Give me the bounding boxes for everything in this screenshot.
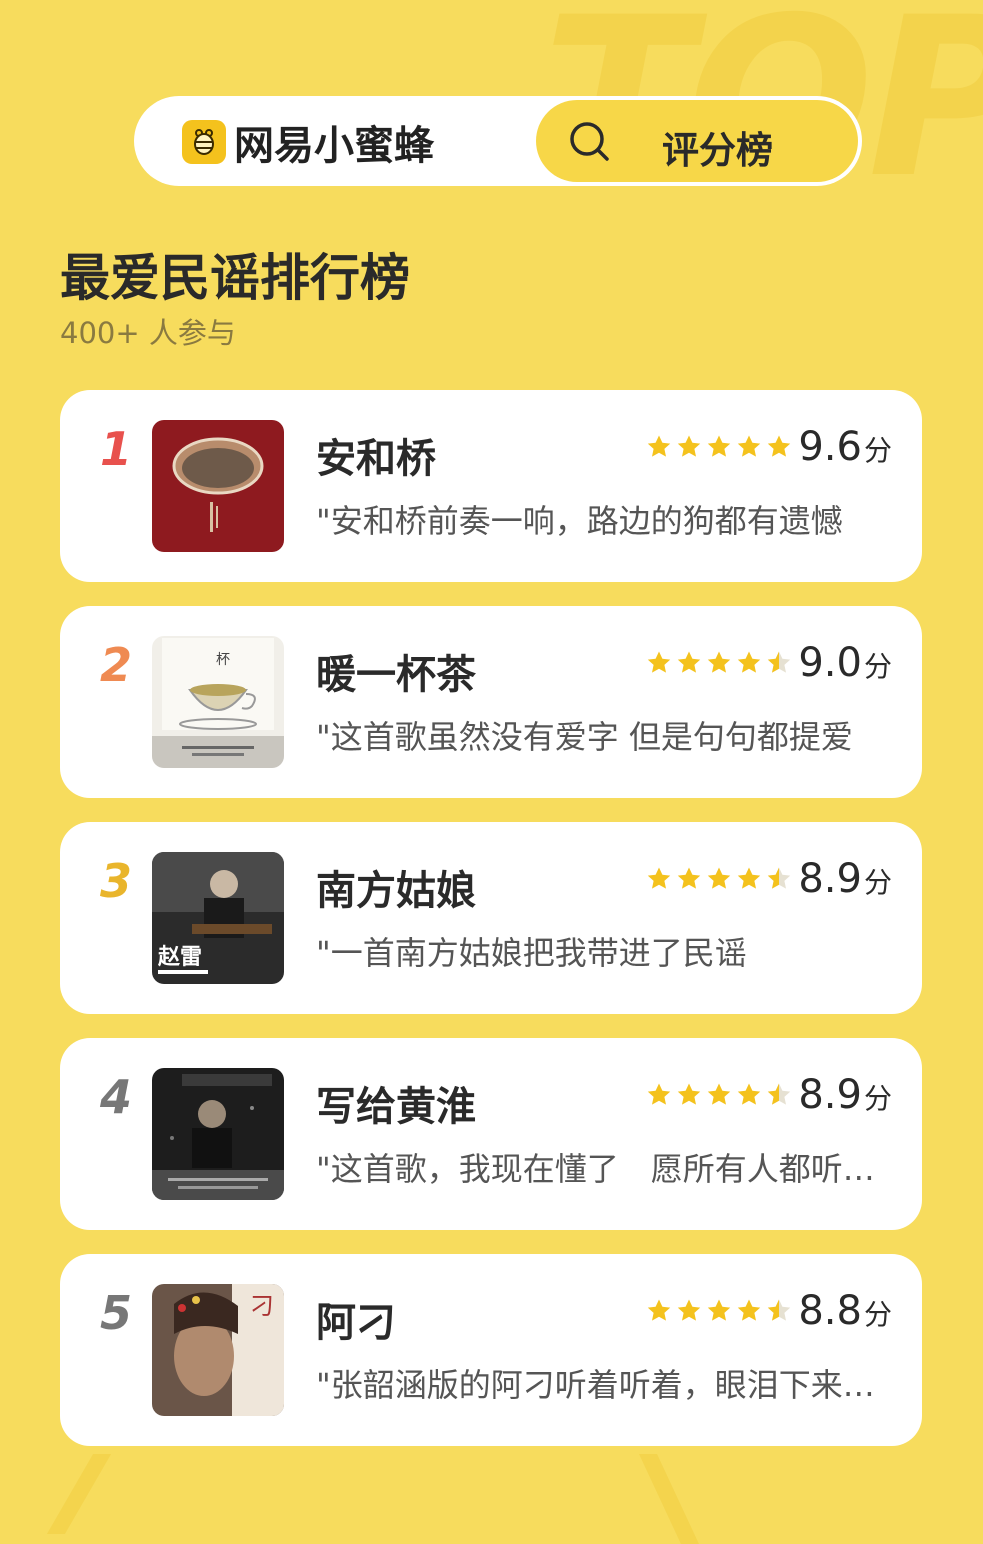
star-rating bbox=[646, 1298, 792, 1328]
rank-number: 3 bbox=[100, 854, 133, 908]
page-title: 最爱民谣排行榜 bbox=[60, 249, 410, 307]
star-icon bbox=[676, 650, 702, 680]
star-icon bbox=[736, 650, 762, 680]
comment-preview: "这首歌，我现在懂了 愿所有人都听… bbox=[316, 1150, 875, 1188]
participant-count: 400+ 人参与 bbox=[60, 316, 236, 350]
star-icon bbox=[676, 434, 702, 464]
album-cover[interactable]: 赵雷 bbox=[152, 852, 284, 984]
rank-number: 2 bbox=[100, 638, 133, 692]
rank-number: 5 bbox=[100, 1286, 133, 1340]
star-rating bbox=[646, 1082, 792, 1112]
song-card[interactable]: 5 刁 阿刁 8.8分 "张韶涵版的阿刁听着听着，眼泪下来… bbox=[60, 1254, 922, 1446]
star-icon bbox=[646, 434, 672, 464]
star-icon bbox=[646, 1082, 672, 1112]
album-cover[interactable] bbox=[152, 1068, 284, 1200]
star-icon bbox=[646, 650, 672, 680]
score-value: 8.8 bbox=[798, 1288, 862, 1334]
svg-text:杯: 杯 bbox=[216, 652, 230, 668]
album-cover[interactable]: 刁 bbox=[152, 1284, 284, 1416]
star-icon bbox=[766, 866, 792, 896]
rank-number: 1 bbox=[100, 422, 133, 476]
rating-search-button[interactable]: 评分榜 bbox=[536, 100, 858, 182]
star-rating bbox=[646, 866, 792, 896]
star-icon bbox=[736, 434, 762, 464]
score-value: 9.6 bbox=[798, 424, 862, 470]
star-icon bbox=[766, 1298, 792, 1328]
rank-number: 4 bbox=[100, 1070, 133, 1124]
search-icon bbox=[570, 122, 609, 161]
star-icon bbox=[736, 1298, 762, 1328]
star-icon bbox=[766, 1082, 792, 1112]
song-title: 阿刁 bbox=[316, 1300, 396, 1346]
search-label: 评分榜 bbox=[662, 129, 773, 172]
star-icon bbox=[676, 1298, 702, 1328]
star-icon bbox=[706, 866, 732, 896]
brand[interactable]: 网易小蜜蜂 bbox=[182, 120, 434, 169]
score-value: 8.9 bbox=[798, 1072, 862, 1118]
star-icon bbox=[736, 866, 762, 896]
comment-preview: "张韶涵版的阿刁听着听着，眼泪下来… bbox=[316, 1366, 875, 1404]
star-icon bbox=[676, 866, 702, 896]
song-card[interactable]: 2 杯 暖一杯茶 9.0分 "这首歌虽然没有爱字 但是句句都提爱 bbox=[60, 606, 922, 798]
score: 9.0分 bbox=[798, 640, 892, 686]
score-value: 9.0 bbox=[798, 640, 862, 686]
star-icon bbox=[706, 434, 732, 464]
song-card[interactable]: 3 赵雷 南方姑娘 8.9分 "一首南方姑娘把我带进了民谣 bbox=[60, 822, 922, 1014]
star-icon bbox=[736, 1082, 762, 1112]
comment-preview: "这首歌虽然没有爱字 但是句句都提爱 bbox=[316, 718, 853, 756]
star-icon bbox=[706, 1082, 732, 1112]
header-bar: 网易小蜜蜂 评分榜 bbox=[134, 96, 862, 186]
brand-name: 网易小蜜蜂 bbox=[234, 123, 434, 169]
star-icon bbox=[646, 1298, 672, 1328]
score-value: 8.9 bbox=[798, 856, 862, 902]
song-title: 南方姑娘 bbox=[316, 868, 476, 914]
star-icon bbox=[676, 1082, 702, 1112]
album-cover[interactable]: 杯 bbox=[152, 636, 284, 768]
comment-preview: "安和桥前奏一响，路边的狗都有遗憾 bbox=[316, 502, 843, 540]
score-unit: 分 bbox=[863, 866, 892, 899]
star-icon bbox=[766, 650, 792, 680]
star-rating bbox=[646, 434, 792, 464]
score: 8.8分 bbox=[798, 1288, 892, 1334]
song-title: 安和桥 bbox=[316, 436, 436, 482]
song-card[interactable]: 4 写给黄淮 8.9分 "这首歌，我现在懂了 愿所有人都听… bbox=[60, 1038, 922, 1230]
score-unit: 分 bbox=[863, 650, 892, 683]
svg-text:刁: 刁 bbox=[250, 1292, 274, 1320]
song-title: 暖一杯茶 bbox=[316, 652, 476, 698]
star-icon bbox=[706, 1298, 732, 1328]
score-unit: 分 bbox=[863, 1082, 892, 1115]
song-card[interactable]: 1 安和桥 9.6分 "安和桥前奏一响，路边的狗都有遗憾 bbox=[60, 390, 922, 582]
star-icon bbox=[766, 434, 792, 464]
score: 8.9分 bbox=[798, 1072, 892, 1118]
score: 9.6分 bbox=[798, 424, 892, 470]
score-unit: 分 bbox=[863, 1298, 892, 1331]
comment-preview: "一首南方姑娘把我带进了民谣 bbox=[316, 934, 747, 972]
ranking-list: 1 安和桥 9.6分 "安和桥前奏一响，路边的狗都有遗憾 2 杯暖一杯茶 9.0分 "这首歌虽… bbox=[60, 390, 922, 1470]
score-unit: 分 bbox=[863, 434, 892, 467]
star-icon bbox=[646, 866, 672, 896]
song-title: 写给黄淮 bbox=[316, 1084, 476, 1130]
bee-icon bbox=[182, 120, 226, 164]
star-rating bbox=[646, 650, 792, 680]
svg-text:赵雷: 赵雷 bbox=[157, 944, 202, 970]
star-icon bbox=[706, 650, 732, 680]
album-cover[interactable] bbox=[152, 420, 284, 552]
score: 8.9分 bbox=[798, 856, 892, 902]
